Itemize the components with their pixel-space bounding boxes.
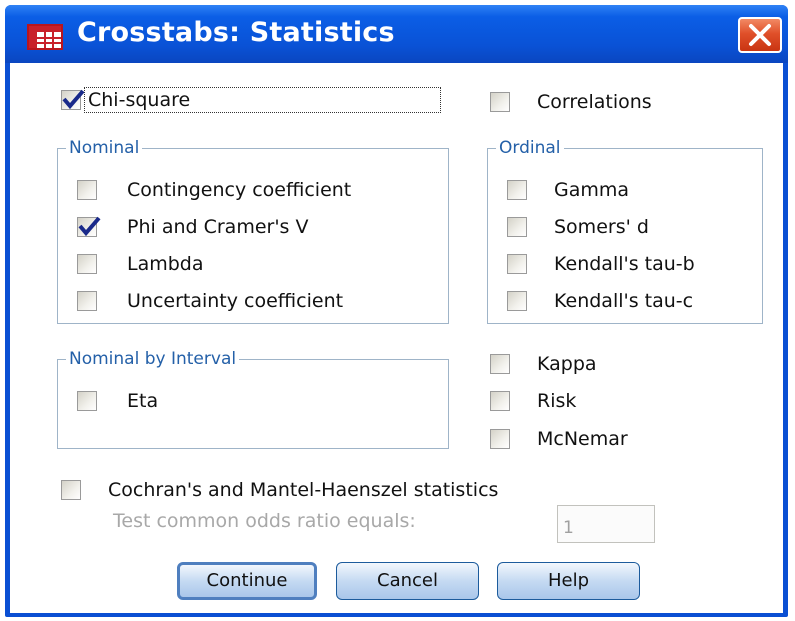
nominal-by-interval-legend: Nominal by Interval	[66, 349, 240, 369]
kendall-tau-c-option[interactable]: Kendall's tau-c	[507, 288, 693, 314]
correlations-checkbox[interactable]	[490, 92, 510, 112]
checkmark-icon	[78, 216, 101, 237]
contingency-label: Contingency coefficient	[127, 179, 352, 201]
kappa-checkbox[interactable]	[490, 354, 510, 374]
mcnemar-option[interactable]: McNemar	[490, 426, 628, 452]
spss-grid-icon	[27, 24, 63, 50]
risk-option[interactable]: Risk	[490, 388, 576, 414]
somers-d-checkbox[interactable]	[507, 217, 527, 237]
chi-square-checkbox[interactable]	[61, 89, 85, 110]
uncertainty-checkbox[interactable]	[77, 291, 97, 311]
kappa-option[interactable]: Kappa	[490, 351, 597, 377]
eta-option[interactable]: Eta	[77, 388, 158, 414]
close-icon	[749, 24, 771, 46]
lambda-option[interactable]: Lambda	[77, 251, 204, 277]
dialog-window: Crosstabs: Statistics Chi-square Correla…	[5, 5, 788, 617]
cmh-option[interactable]: Cochran's and Mantel-Haenszel statistics	[61, 477, 498, 503]
mcnemar-checkbox[interactable]	[490, 429, 510, 449]
chi-square-label: Chi-square	[88, 89, 191, 111]
gamma-checkbox[interactable]	[507, 180, 527, 200]
eta-label: Eta	[127, 390, 159, 412]
nominal-legend: Nominal	[66, 138, 143, 158]
correlations-label: Correlations	[537, 91, 652, 113]
gamma-label: Gamma	[554, 179, 630, 201]
continue-button[interactable]: Continue	[177, 562, 317, 600]
uncertainty-option[interactable]: Uncertainty coefficient	[77, 288, 343, 314]
odds-ratio-label: Test common odds ratio equals:	[113, 510, 416, 532]
contingency-checkbox[interactable]	[77, 180, 97, 200]
risk-checkbox[interactable]	[490, 391, 510, 411]
close-button[interactable]	[738, 17, 782, 53]
somers-d-label: Somers' d	[554, 216, 649, 238]
somers-d-option[interactable]: Somers' d	[507, 214, 649, 240]
lambda-checkbox[interactable]	[77, 254, 97, 274]
kappa-label: Kappa	[537, 353, 597, 375]
cmh-checkbox[interactable]	[61, 480, 81, 500]
phi-cramer-checkbox[interactable]	[77, 216, 101, 237]
gamma-option[interactable]: Gamma	[507, 177, 629, 203]
eta-checkbox[interactable]	[77, 391, 97, 411]
uncertainty-label: Uncertainty coefficient	[127, 290, 344, 312]
kendall-tau-b-option[interactable]: Kendall's tau-b	[507, 251, 695, 277]
checkmark-icon	[62, 89, 85, 110]
odds-ratio-input[interactable]: 1	[557, 505, 655, 543]
risk-label: Risk	[537, 390, 577, 412]
cmh-label: Cochran's and Mantel-Haenszel statistics	[108, 479, 499, 501]
cancel-button[interactable]: Cancel	[336, 562, 479, 600]
correlations-option[interactable]: Correlations	[490, 89, 652, 115]
kendall-tau-b-label: Kendall's tau-b	[554, 253, 695, 275]
ordinal-legend: Ordinal	[496, 138, 564, 158]
phi-cramer-option[interactable]: Phi and Cramer's V	[77, 214, 309, 240]
window-title: Crosstabs: Statistics	[77, 17, 395, 48]
help-button[interactable]: Help	[497, 562, 640, 600]
kendall-tau-c-label: Kendall's tau-c	[554, 290, 694, 312]
contingency-option[interactable]: Contingency coefficient	[77, 177, 351, 203]
dialog-client-area: Chi-square Correlations Nominal Continge…	[10, 63, 783, 613]
chi-square-option[interactable]: Chi-square	[61, 87, 442, 113]
kendall-tau-c-checkbox[interactable]	[507, 291, 527, 311]
focus-rectangle: Chi-square	[84, 87, 442, 113]
phi-cramer-label: Phi and Cramer's V	[127, 216, 309, 238]
lambda-label: Lambda	[127, 253, 204, 275]
mcnemar-label: McNemar	[537, 428, 628, 450]
kendall-tau-b-checkbox[interactable]	[507, 254, 527, 274]
title-bar[interactable]: Crosstabs: Statistics	[5, 5, 788, 63]
